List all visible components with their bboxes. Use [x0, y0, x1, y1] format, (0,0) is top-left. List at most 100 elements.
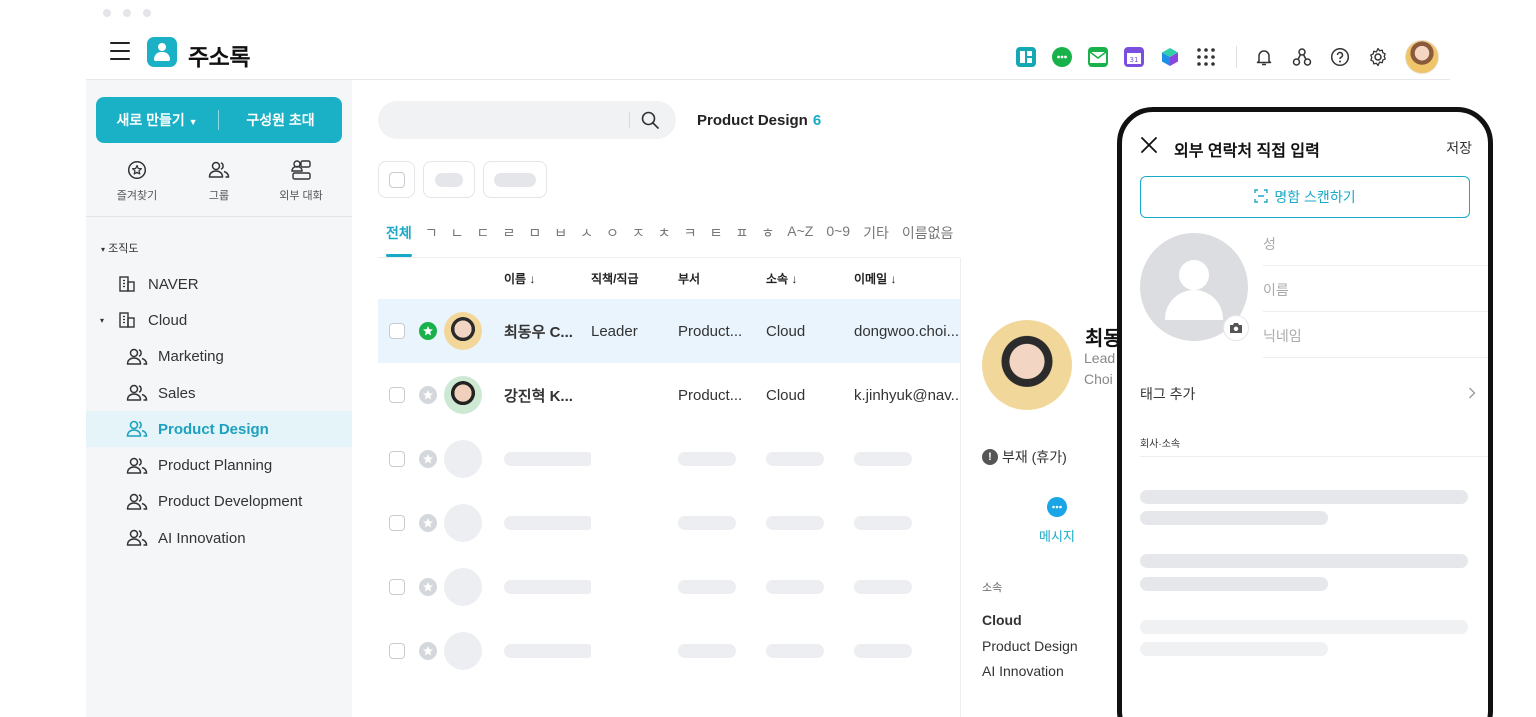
- tree-item-product-design[interactable]: Product Design: [86, 411, 352, 448]
- scan-card-button[interactable]: 명함 스캔하기: [1140, 176, 1470, 218]
- toolbar-button[interactable]: [483, 161, 547, 198]
- index-tab[interactable]: ㅁ: [528, 223, 541, 257]
- column-name[interactable]: 이름 ↓: [504, 270, 591, 287]
- tree-item-naver[interactable]: NAVER: [96, 266, 352, 302]
- index-tab[interactable]: ㄴ: [451, 223, 464, 257]
- save-button[interactable]: 저장: [1446, 138, 1472, 158]
- index-tab[interactable]: ㄹ: [502, 223, 515, 257]
- profile-avatar[interactable]: [1405, 40, 1439, 74]
- tree-item-marketing[interactable]: Marketing: [96, 339, 352, 375]
- quick-external-chat[interactable]: 외부 대화: [260, 158, 342, 203]
- contacts-table: 이름 ↓ 직책/직급 부서 소속 ↓ 이메일 ↓ 최동우 C... Leader…: [378, 258, 960, 683]
- index-tab[interactable]: ㄷ: [477, 223, 490, 257]
- row-checkbox[interactable]: [389, 515, 405, 531]
- favorite-star-icon[interactable]: [419, 450, 437, 468]
- favorite-star-icon[interactable]: [419, 322, 437, 340]
- favorite-star-icon[interactable]: [419, 386, 437, 404]
- tree-item-sales[interactable]: Sales: [96, 375, 352, 411]
- column-rank[interactable]: 직책/직급: [591, 270, 678, 287]
- detail-avatar: [982, 320, 1072, 410]
- select-all-checkbox[interactable]: [378, 161, 415, 198]
- table-row-placeholder: [378, 427, 960, 491]
- nickname-field[interactable]: 닉네임: [1263, 312, 1488, 358]
- index-tab[interactable]: ㅊ: [658, 223, 671, 257]
- tree-item-product-planning[interactable]: Product Planning: [96, 447, 352, 483]
- index-tab[interactable]: ㅇ: [606, 223, 619, 257]
- group-icon: [126, 383, 148, 403]
- tree-item-ai-innovation[interactable]: AI Innovation: [96, 520, 352, 556]
- apps-grid-icon[interactable]: [1196, 47, 1216, 67]
- drive-icon[interactable]: [1160, 47, 1180, 67]
- index-tab[interactable]: ㅍ: [735, 223, 748, 257]
- index-tab[interactable]: 이름없음: [902, 223, 954, 257]
- cell-email: k.jinhyuk@nav...: [854, 386, 960, 404]
- building-icon: [116, 310, 138, 330]
- index-tab[interactable]: ㅋ: [684, 223, 697, 257]
- org-chart-icon[interactable]: [1291, 46, 1313, 68]
- row-checkbox[interactable]: [389, 451, 405, 467]
- row-checkbox[interactable]: [389, 643, 405, 659]
- chevron-right-icon: [1468, 386, 1476, 402]
- tree-item-cloud[interactable]: ▾ Cloud: [96, 302, 352, 338]
- row-checkbox[interactable]: [389, 579, 405, 595]
- table-row[interactable]: 최동우 C... Leader Product... Cloud dongwoo…: [378, 299, 960, 363]
- help-icon[interactable]: [1329, 46, 1351, 68]
- window-controls: [103, 9, 151, 17]
- group-icon: [126, 528, 148, 548]
- index-tab[interactable]: ㅌ: [710, 223, 723, 257]
- column-email[interactable]: 이메일 ↓: [854, 270, 960, 287]
- tree-item-label: NAVER: [148, 275, 199, 293]
- index-tab[interactable]: ㅂ: [554, 223, 567, 257]
- close-icon[interactable]: [1140, 136, 1158, 159]
- index-tab[interactable]: 기타: [863, 223, 889, 257]
- last-name-field[interactable]: 성: [1263, 220, 1488, 266]
- favorite-star-icon[interactable]: [419, 578, 437, 596]
- index-tab[interactable]: 0~9: [826, 223, 850, 257]
- camera-icon[interactable]: [1223, 315, 1249, 341]
- dashboard-icon[interactable]: [1016, 47, 1036, 67]
- tree-item-label: AI Innovation: [158, 529, 246, 547]
- chevron-down-icon[interactable]: ▾: [100, 316, 112, 325]
- table-header: 이름 ↓ 직책/직급 부서 소속 ↓ 이메일 ↓: [378, 258, 960, 299]
- affiliation-item: Product Design: [982, 637, 1078, 654]
- toolbar-button[interactable]: [423, 161, 475, 198]
- avatar: [444, 312, 482, 350]
- member-count: 6: [812, 112, 822, 129]
- org-chart-toggle[interactable]: ▾ 조직도: [101, 240, 138, 256]
- settings-icon[interactable]: [1367, 46, 1389, 68]
- cell-dept: Product...: [678, 386, 743, 404]
- index-tab[interactable]: ㄱ: [425, 223, 438, 257]
- quick-favorites[interactable]: 즐겨찾기: [96, 158, 178, 203]
- table-row[interactable]: 강진혁 K... Product... Cloud k.jinhyuk@nav.…: [378, 363, 960, 427]
- quick-groups[interactable]: 그룹: [178, 158, 260, 203]
- invite-member-button[interactable]: 구성원 초대: [219, 110, 342, 130]
- index-tab[interactable]: ㅎ: [761, 223, 774, 257]
- favorite-star-icon[interactable]: [419, 514, 437, 532]
- search-input[interactable]: [378, 101, 676, 139]
- index-tab[interactable]: A~Z: [787, 223, 813, 257]
- table-row-placeholder: [378, 491, 960, 555]
- row-checkbox[interactable]: [389, 323, 405, 339]
- first-name-field[interactable]: 이름: [1263, 266, 1488, 312]
- column-affiliation[interactable]: 소속 ↓: [766, 270, 854, 287]
- new-button[interactable]: 새로 만들기 ▼: [96, 110, 218, 130]
- new-button-label: 새로 만들기: [116, 112, 185, 128]
- index-tab[interactable]: 전체: [386, 223, 412, 257]
- index-tab[interactable]: ㅅ: [580, 223, 593, 257]
- chat-icon[interactable]: [1052, 47, 1072, 67]
- favorite-star-icon[interactable]: [419, 642, 437, 660]
- tree-item-label: Product Planning: [158, 457, 273, 475]
- menu-icon[interactable]: [110, 42, 130, 60]
- bell-icon[interactable]: [1253, 46, 1275, 68]
- calendar-icon[interactable]: 31: [1124, 47, 1144, 67]
- row-checkbox[interactable]: [389, 387, 405, 403]
- sidebar-divider: [86, 216, 352, 217]
- search-icon[interactable]: [640, 110, 660, 135]
- app-header: 주소록 31: [86, 28, 1450, 80]
- index-tab[interactable]: ㅈ: [632, 223, 645, 257]
- column-dept[interactable]: 부서: [678, 270, 766, 287]
- message-button[interactable]: 메시지: [1025, 497, 1089, 545]
- tree-item-product-development[interactable]: Product Development: [96, 484, 352, 520]
- add-tag-row[interactable]: 태그 추가: [1140, 376, 1476, 412]
- mail-icon[interactable]: [1088, 47, 1108, 67]
